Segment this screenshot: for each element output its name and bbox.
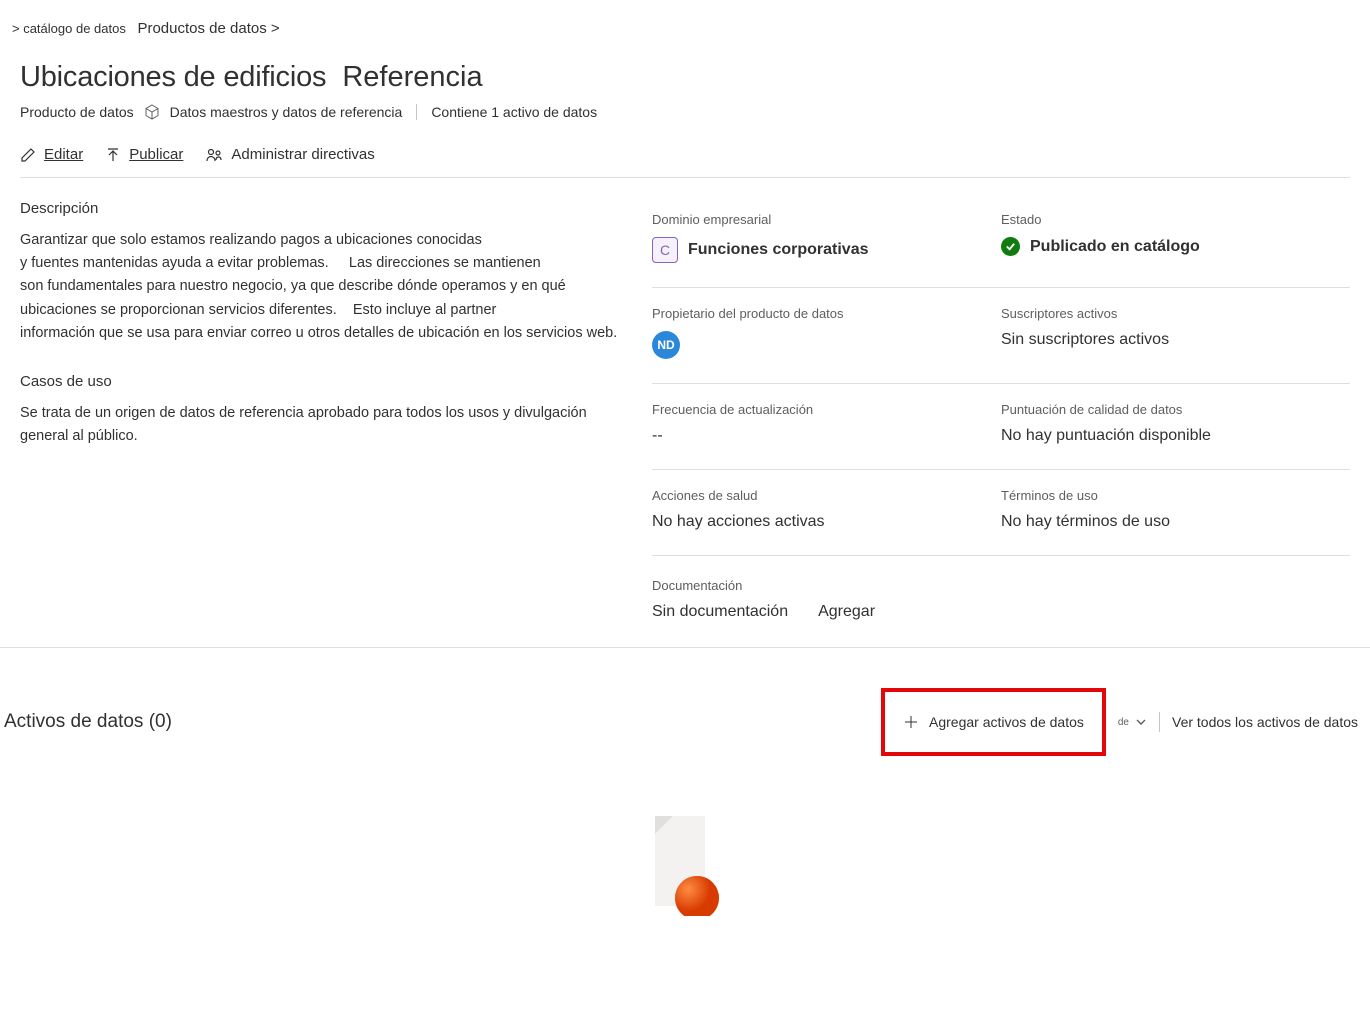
subscribers-value: Sin suscriptores activos: [1001, 331, 1350, 349]
documentation-add-link[interactable]: Agregar: [818, 603, 875, 621]
upload-arrow-icon: [105, 147, 121, 163]
publish-label: Publicar: [129, 146, 183, 163]
owner-avatar[interactable]: ND: [652, 331, 680, 359]
page-title-badge: Referencia: [342, 61, 482, 94]
manage-policies-label: Administrar directivas: [231, 146, 374, 163]
data-assets-section: Activos de datos (0) Agregar activos de …: [0, 648, 1370, 756]
action-toolbar: Editar Publicar Administrar directivas: [20, 146, 1350, 177]
business-domain-label: Dominio empresarial: [652, 212, 1001, 227]
main-content: Descripción Garantizar que solo estamos …: [0, 178, 1370, 621]
plus-icon: [903, 714, 919, 730]
header-meta-row: Producto de datos Datos maestros y datos…: [20, 104, 1350, 120]
business-domain-value: Funciones corporativas: [688, 241, 869, 259]
empty-state-document-icon: [635, 806, 735, 916]
product-type-label: Producto de datos: [20, 104, 134, 120]
contains-label: Contiene 1 activo de datos: [431, 104, 597, 120]
breadcrumb: > catálogo de datos Productos de datos >: [0, 0, 1370, 45]
assets-dropdown[interactable]: de: [1118, 716, 1147, 728]
checkmark-circle-icon: [1001, 237, 1020, 256]
data-assets-title: Activos de datos (0): [4, 711, 172, 733]
meta-separator: [416, 104, 417, 120]
status-value: Publicado en catálogo: [1030, 238, 1200, 256]
health-actions-block: Acciones de salud No hay acciones activa…: [652, 476, 1001, 549]
chevron-down-icon: [1135, 716, 1147, 728]
people-icon: [205, 147, 223, 163]
separator: [1159, 712, 1160, 732]
meta-divider: [652, 555, 1350, 556]
health-actions-label: Acciones de salud: [652, 488, 1001, 503]
edit-label: Editar: [44, 146, 83, 163]
status-block: Estado Publicado en catálogo: [1001, 200, 1350, 281]
pencil-icon: [20, 147, 36, 163]
edit-button[interactable]: Editar: [20, 146, 83, 163]
subscribers-block: Suscriptores activos Sin suscriptores ac…: [1001, 294, 1350, 377]
subscribers-label: Suscriptores activos: [1001, 306, 1350, 321]
manage-policies-button[interactable]: Administrar directivas: [205, 146, 374, 163]
add-data-assets-button[interactable]: Agregar activos de datos: [891, 700, 1096, 744]
quality-score-label: Puntuación de calidad de datos: [1001, 402, 1350, 417]
terms-block: Términos de uso No hay términos de uso: [1001, 476, 1350, 549]
dropdown-label: de: [1118, 717, 1129, 728]
quality-score-block: Puntuación de calidad de datos No hay pu…: [1001, 390, 1350, 463]
documentation-block: Documentación Sin documentación Agregar: [652, 562, 1350, 621]
documentation-label: Documentación: [652, 578, 1350, 593]
meta-divider: [652, 287, 1350, 288]
add-assets-label: Agregar activos de datos: [929, 714, 1084, 730]
product-type-value: Datos maestros y datos de referencia: [170, 104, 403, 120]
update-frequency-label: Frecuencia de actualización: [652, 402, 1001, 417]
update-frequency-value: --: [652, 427, 1001, 445]
terms-label: Términos de uso: [1001, 488, 1350, 503]
meta-divider: [652, 383, 1350, 384]
metadata-panel: Dominio empresarial C Funciones corporat…: [640, 200, 1350, 621]
page-header: Ubicaciones de edificios Referencia Prod…: [0, 45, 1370, 177]
page-title: Ubicaciones de edificios: [20, 61, 326, 94]
breadcrumb-catalog[interactable]: > catálogo de datos: [12, 21, 126, 36]
description-text: Garantizar que solo estamos realizando p…: [20, 229, 620, 345]
update-frequency-block: Frecuencia de actualización --: [652, 390, 1001, 463]
owner-label: Propietario del producto de datos: [652, 306, 1001, 321]
terms-value: No hay términos de uso: [1001, 513, 1350, 531]
status-label: Estado: [1001, 212, 1350, 227]
use-cases-label: Casos de uso: [20, 373, 620, 390]
quality-score-value: No hay puntuación disponible: [1001, 427, 1350, 445]
description-panel: Descripción Garantizar que solo estamos …: [20, 200, 620, 621]
domain-badge-icon: C: [652, 237, 678, 263]
owner-block: Propietario del producto de datos ND: [652, 294, 1001, 377]
view-all-assets-link[interactable]: Ver todos los activos de datos: [1172, 714, 1366, 730]
use-cases-text: Se trata de un origen de datos de refere…: [20, 402, 620, 448]
business-domain-block: Dominio empresarial C Funciones corporat…: [652, 200, 1001, 281]
cube-icon: [144, 104, 160, 120]
publish-button[interactable]: Publicar: [105, 146, 183, 163]
documentation-value: Sin documentación: [652, 603, 788, 621]
breadcrumb-products[interactable]: Productos de datos >: [137, 20, 279, 37]
highlighted-add-assets: Agregar activos de datos: [881, 688, 1106, 756]
description-label: Descripción: [20, 200, 620, 217]
meta-divider: [652, 469, 1350, 470]
health-actions-value: No hay acciones activas: [652, 513, 1001, 531]
